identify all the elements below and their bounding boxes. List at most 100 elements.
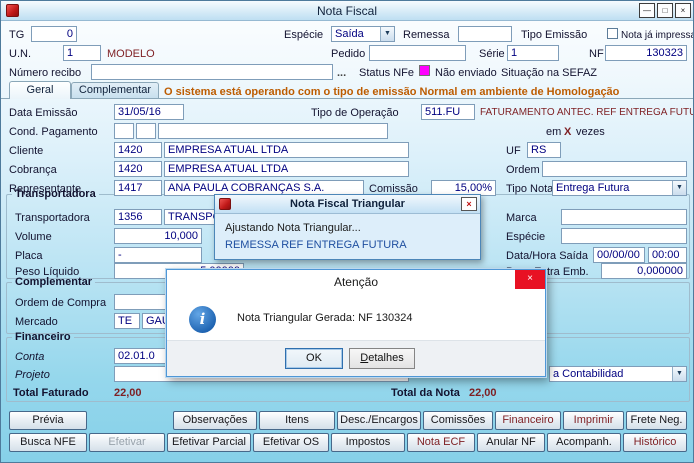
contabilidade-combo[interactable]: a Contabilidad ▼ [549,366,687,382]
placa-label: Placa [15,250,43,262]
anular-nf-button[interactable]: Anular NF [477,433,545,452]
nota-fiscal-window: Nota Fiscal — □ × TG 0 Espécie Saída ▼ R… [0,0,694,463]
minimize-button[interactable]: — [639,3,655,18]
numero-recibo-input[interactable] [91,64,333,80]
cond-pagamento-input-1[interactable] [114,123,134,139]
tg-input[interactable]: 0 [31,26,77,42]
data-emissao-input[interactable]: 31/05/16 [114,104,184,120]
tab-geral[interactable]: Geral [9,81,71,99]
un-input[interactable]: 1 [63,45,101,61]
recibo-browse-button[interactable]: ... [337,67,346,79]
financeiro-legend: Financeiro [15,331,71,343]
serie-input[interactable]: 1 [507,45,559,61]
tab-complementar[interactable]: Complementar [71,82,159,98]
ok-button[interactable]: OK [285,348,343,369]
ordem-input[interactable] [542,161,687,177]
nota-ecf-button[interactable]: Nota ECF [407,433,475,452]
modelo-label: MODELO [107,48,155,60]
cond-pagamento-desc-input[interactable] [158,123,388,139]
maximize-button[interactable]: □ [657,3,673,18]
previa-button[interactable]: Prévia [9,411,87,430]
window-titlebar[interactable]: Nota Fiscal — □ × [1,1,693,21]
marca-label: Marca [506,212,537,224]
situacao-sefaz-label: Situação na SEFAZ [501,67,597,79]
efetivar-os-button[interactable]: Efetivar OS [253,433,329,452]
total-nota-value: 22,00 [469,387,497,399]
tab-strip-line [1,98,693,99]
remessa-label: Remessa [403,29,450,41]
transportadora-code-input[interactable]: 1356 [114,209,162,225]
ambiente-message: O sistema está operando com o tipo de em… [164,86,620,98]
acompanh-button[interactable]: Acompanh. [547,433,621,452]
observacoes-button[interactable]: Observações [173,411,257,430]
cond-pagamento-input-2[interactable] [136,123,156,139]
uf-input[interactable]: RS [527,142,561,158]
peso-extra-input[interactable]: 0,000000 [601,263,687,279]
triangular-dialog-titlebar[interactable]: Nota Fiscal Triangular × [215,195,480,214]
impostos-button[interactable]: Impostos [331,433,405,452]
conta-label: Conta [15,351,45,363]
tipo-operacao-input[interactable]: 511.FU [421,104,475,120]
total-nota-label: Total da Nota [391,387,460,399]
itens-button[interactable]: Itens [259,411,335,430]
cobranca-label: Cobrança [9,164,57,176]
especie-combo[interactable]: Saída ▼ [331,26,395,42]
un-label: U.N. [9,48,31,60]
transportadora-label: Transportadora [15,212,90,224]
nota-ja-impressa-label: Nota já impressa [621,30,694,41]
pedido-input[interactable] [369,45,466,61]
peso-liquido-label: Peso Líquido [15,266,80,278]
mercado-label: Mercado [15,316,58,328]
serie-label: Série [479,48,505,60]
status-nfe-indicator [419,65,430,76]
total-faturado-value: 22,00 [114,387,142,399]
nf-label: NF [589,48,604,60]
comissoes-button[interactable]: Comissões [423,411,493,430]
desc-encargos-button[interactable]: Desc./Encargos [337,411,421,430]
hora-saida-input[interactable]: 00:00 [648,247,687,263]
cliente-label: Cliente [9,145,44,157]
close-button[interactable]: × [675,3,691,18]
detalhes-button[interactable]: Detalhes [349,348,415,369]
window-title: Nota Fiscal [316,4,378,18]
total-faturado-label: Total Faturado [13,387,89,399]
nf-input[interactable]: 130323 [605,45,687,61]
tipo-emissao-label: Tipo Emissão [521,29,588,41]
close-icon[interactable]: × [515,270,545,289]
cliente-name-input[interactable]: EMPRESA ATUAL LTDA [164,142,409,158]
cobranca-code-input[interactable]: 1420 [114,161,162,177]
numero-recibo-label: Número recibo [9,67,82,79]
efetivar-parcial-button[interactable]: Efetivar Parcial [167,433,251,452]
volume-input[interactable]: 10,000 [114,228,202,244]
frete-neg-button[interactable]: Frete Neg. [626,411,687,430]
nota-ja-impressa-checkbox[interactable] [607,28,618,39]
historico-button[interactable]: Histórico [623,433,687,452]
mercado-code-input[interactable]: TE [114,313,140,329]
marca-input[interactable] [561,209,687,225]
atencao-dialog: Atenção × i Nota Triangular Gerada: NF 1… [166,269,546,377]
close-icon[interactable]: × [461,197,477,211]
cobranca-name-input[interactable]: EMPRESA ATUAL LTDA [164,161,409,177]
placa-input[interactable]: - [114,247,202,263]
busca-nfe-button[interactable]: Busca NFE [9,433,87,452]
triangular-dialog-title: Nota Fiscal Triangular [290,198,405,210]
cond-pagamento-label: Cond. Pagamento [9,126,98,138]
ordem-compra-label: Ordem de Compra [15,297,107,309]
cliente-code-input[interactable]: 1420 [114,142,162,158]
data-saida-input[interactable]: 00/00/00 [593,247,645,263]
vezes-count: X [564,126,572,138]
financeiro-button[interactable]: Financeiro [495,411,561,430]
efetivar-button[interactable]: Efetivar [89,433,165,452]
triangular-dialog-message: Ajustando Nota Triangular... [225,222,361,234]
tipo-operacao-label: Tipo de Operação [311,107,399,119]
ordem-label: Ordem [506,164,540,176]
data-emissao-label: Data Emissão [9,107,78,119]
imprimir-button[interactable]: Imprimir [563,411,624,430]
triangular-dialog: Nota Fiscal Triangular × Ajustando Nota … [214,194,481,260]
representante-code-input[interactable]: 1417 [114,180,162,196]
triangular-dialog-remessa: REMESSA REF ENTREGA FUTURA [225,239,407,251]
remessa-input[interactable] [458,26,512,42]
atencao-dialog-message: Nota Triangular Gerada: NF 130324 [237,312,413,324]
tipo-nota-combo[interactable]: Entrega Futura ▼ [552,180,687,196]
especie-transp-input[interactable] [561,228,687,244]
